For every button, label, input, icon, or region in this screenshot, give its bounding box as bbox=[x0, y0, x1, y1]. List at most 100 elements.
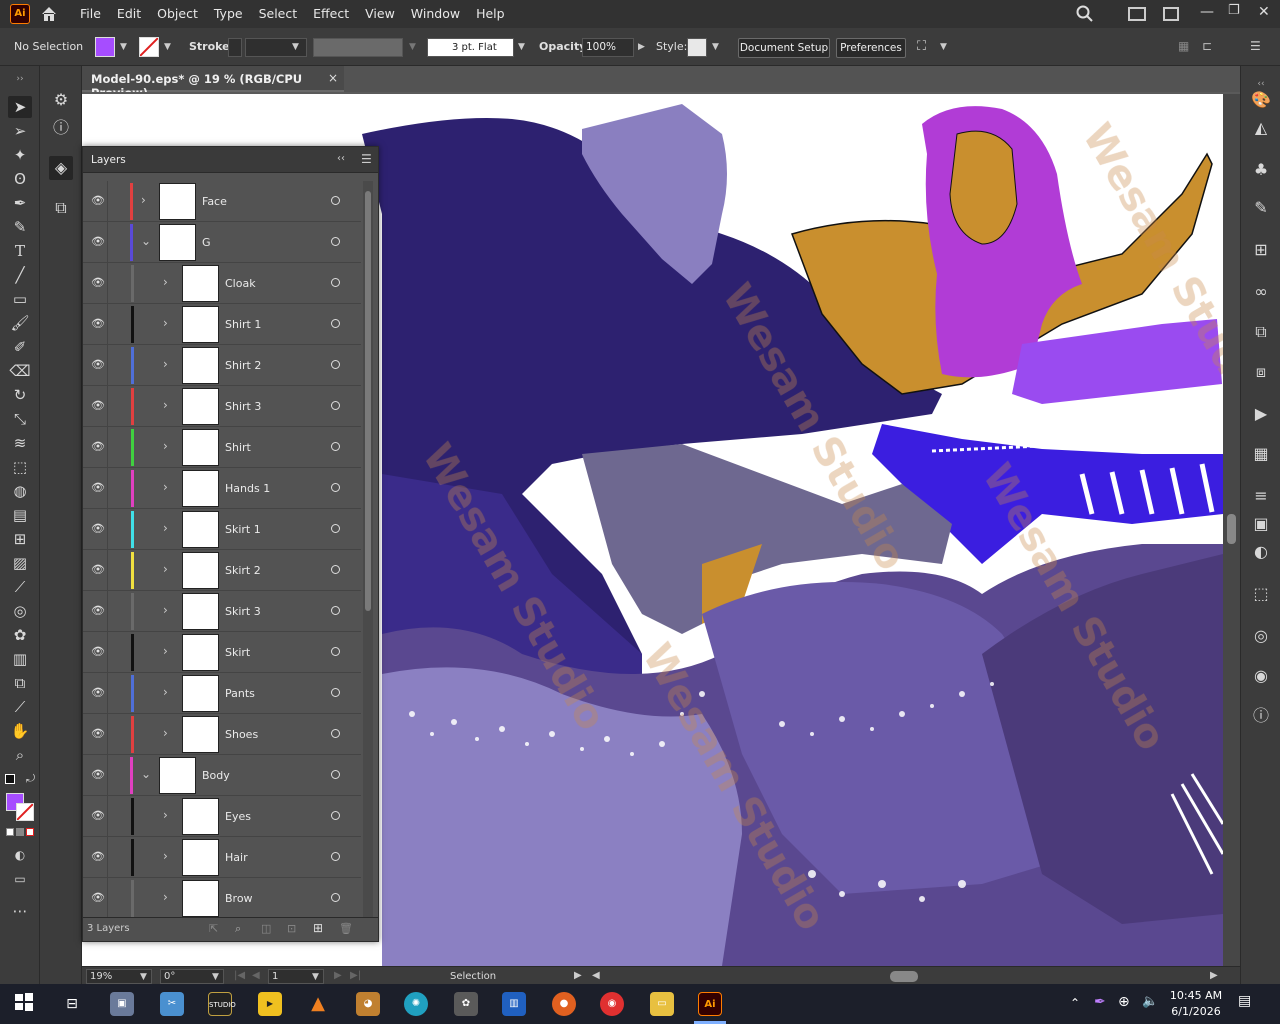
layer-row[interactable]: 👁 › Hands 1 bbox=[83, 468, 361, 509]
chevron-right-icon[interactable]: › bbox=[163, 521, 168, 535]
layer-row[interactable]: 👁 › Skirt 3 bbox=[83, 591, 361, 632]
store-app-icon[interactable]: ▥ bbox=[502, 992, 526, 1016]
chevron-right-icon[interactable]: › bbox=[163, 685, 168, 699]
layer-name[interactable]: Shirt 1 bbox=[225, 318, 261, 331]
layer-row[interactable]: 👁 › Eyes bbox=[83, 796, 361, 837]
transparency-icon[interactable]: ◎ bbox=[1249, 624, 1273, 648]
layer-target-icon[interactable] bbox=[331, 893, 340, 902]
layer-name[interactable]: Skirt 2 bbox=[225, 564, 261, 577]
layer-row[interactable]: 👁 › Hair bbox=[83, 837, 361, 878]
minimize-button[interactable]: — bbox=[1200, 4, 1214, 20]
layer-name[interactable]: Skirt bbox=[225, 646, 250, 659]
visibility-eye-icon[interactable]: 👁 bbox=[91, 810, 105, 822]
layer-target-icon[interactable] bbox=[331, 811, 340, 820]
panel-menu-icon[interactable]: ☰ bbox=[1250, 39, 1261, 53]
firefox-icon[interactable]: ● bbox=[552, 992, 576, 1016]
visibility-eye-icon[interactable]: 👁 bbox=[91, 318, 105, 330]
menu-select[interactable]: Select bbox=[251, 0, 306, 28]
chevron-right-icon[interactable]: › bbox=[163, 275, 168, 289]
layer-name[interactable]: Body bbox=[202, 769, 230, 782]
layer-target-icon[interactable] bbox=[331, 196, 340, 205]
layer-target-icon[interactable] bbox=[331, 647, 340, 656]
document-tab[interactable]: Model-90.eps* @ 19 % (RGB/CPU Preview) × bbox=[82, 66, 344, 100]
shaper-tool-icon[interactable]: ✐ bbox=[8, 336, 32, 358]
maximize-button[interactable]: ❐ bbox=[1228, 3, 1240, 18]
delete-layer-icon[interactable]: 🗑 bbox=[339, 922, 353, 935]
default-colors-icon[interactable] bbox=[5, 774, 15, 784]
warp-tool-icon[interactable]: ≋ bbox=[8, 432, 32, 454]
document-info-icon[interactable]: ⓘ bbox=[1249, 704, 1273, 728]
graphic-styles-icon[interactable]: ⬚ bbox=[1249, 582, 1273, 606]
visibility-eye-icon[interactable]: 👁 bbox=[91, 482, 105, 494]
workspace-icon[interactable] bbox=[1163, 7, 1179, 21]
lock-column[interactable] bbox=[107, 427, 108, 468]
magic-wand-tool-icon[interactable]: ✦ bbox=[8, 144, 32, 166]
network-icon[interactable]: ⊕ bbox=[1118, 994, 1130, 1010]
illustrator-taskbar-icon[interactable]: Ai bbox=[698, 992, 722, 1016]
menu-help[interactable]: Help bbox=[468, 0, 513, 28]
layer-name[interactable]: Shoes bbox=[225, 728, 258, 741]
chevron-right-icon[interactable]: › bbox=[163, 890, 168, 904]
align-icon[interactable]: ▦ bbox=[1178, 39, 1189, 53]
layers-scrollbar-thumb[interactable] bbox=[365, 191, 371, 611]
artboard-dropdown-icon[interactable]: ▼ bbox=[312, 972, 319, 982]
chevron-right-icon[interactable]: › bbox=[163, 726, 168, 740]
draw-mode-icon[interactable]: ◐ bbox=[8, 844, 32, 866]
lasso-tool-icon[interactable]: ʘ bbox=[8, 168, 32, 190]
stroke-weight-dropdown-icon[interactable]: ▼ bbox=[292, 42, 299, 52]
rectangle-tool-icon[interactable]: ▭ bbox=[8, 288, 32, 310]
visibility-eye-icon[interactable]: 👁 bbox=[91, 400, 105, 412]
style-swatch[interactable] bbox=[687, 38, 707, 57]
export-icon[interactable]: ⇱ bbox=[209, 922, 218, 935]
layer-row[interactable]: 👁 › Skirt 2 bbox=[83, 550, 361, 591]
layer-target-icon[interactable] bbox=[331, 483, 340, 492]
align-panel-icon[interactable]: ≡ bbox=[1249, 484, 1273, 508]
actions-icon[interactable]: ▶ bbox=[1249, 402, 1273, 426]
panel-collapse-icon[interactable]: ›› bbox=[8, 68, 32, 90]
menu-effect[interactable]: Effect bbox=[305, 0, 357, 28]
links-icon[interactable]: ∞ bbox=[1249, 280, 1273, 304]
layer-target-icon[interactable] bbox=[331, 729, 340, 738]
style-dropdown-icon[interactable]: ▼ bbox=[712, 42, 719, 52]
chevron-right-icon[interactable]: › bbox=[163, 644, 168, 658]
asset-export-icon[interactable]: ⧈ bbox=[1249, 360, 1273, 384]
rotate-tool-icon[interactable]: ↻ bbox=[8, 384, 32, 406]
layer-name[interactable]: G bbox=[202, 236, 211, 249]
layer-row[interactable]: 👁 › Shirt 3 bbox=[83, 386, 361, 427]
layer-row[interactable]: 👁 › Face bbox=[83, 181, 361, 222]
network-app-icon[interactable]: ✺ bbox=[404, 992, 428, 1016]
next-artboard-icon[interactable]: ▶ bbox=[334, 970, 342, 981]
opacity-arrow-icon[interactable]: ▶ bbox=[638, 42, 645, 52]
select-similar-icon[interactable]: ⛶ bbox=[917, 39, 926, 54]
chevron-right-icon[interactable]: › bbox=[163, 439, 168, 453]
notifications-icon[interactable]: ▤ bbox=[1238, 993, 1251, 1009]
eyedropper-tool-icon[interactable]: ⟋ bbox=[8, 576, 32, 598]
layer-target-icon[interactable] bbox=[331, 278, 340, 287]
swatches-icon[interactable]: ♣ bbox=[1249, 158, 1273, 182]
curvature-tool-icon[interactable]: ✎ bbox=[8, 216, 32, 238]
select-similar-dropdown-icon[interactable]: ▼ bbox=[940, 42, 947, 52]
brush-definition[interactable]: 3 pt. Flat bbox=[427, 38, 514, 57]
scroll-right-icon[interactable]: ▶ bbox=[1210, 970, 1218, 981]
chevron-right-icon[interactable]: › bbox=[163, 849, 168, 863]
lock-column[interactable] bbox=[107, 222, 108, 263]
profile-dropdown-icon[interactable]: ▼ bbox=[409, 42, 416, 52]
visibility-eye-icon[interactable]: 👁 bbox=[91, 605, 105, 617]
make-clipping-mask-icon[interactable]: ◫ bbox=[261, 922, 271, 935]
chevron-right-icon[interactable]: › bbox=[163, 808, 168, 822]
visibility-eye-icon[interactable]: 👁 bbox=[91, 277, 105, 289]
home-icon[interactable] bbox=[40, 5, 58, 23]
layer-name[interactable]: Skirt 3 bbox=[225, 605, 261, 618]
visibility-eye-icon[interactable]: 👁 bbox=[91, 851, 105, 863]
layer-row[interactable]: 👁 › Skirt 1 bbox=[83, 509, 361, 550]
new-sublayer-icon[interactable]: ⊡ bbox=[287, 922, 296, 935]
new-layer-icon[interactable]: ⊞ bbox=[313, 921, 323, 935]
vlc-icon[interactable]: ▲ bbox=[306, 992, 330, 1016]
lock-column[interactable] bbox=[107, 796, 108, 837]
chevron-down-icon[interactable]: ⌄ bbox=[141, 767, 151, 781]
layer-name[interactable]: Skirt 1 bbox=[225, 523, 261, 536]
layer-name[interactable]: Face bbox=[202, 195, 227, 208]
artboards-icon[interactable]: ⧉ bbox=[49, 196, 73, 220]
brush-dropdown-icon[interactable]: ▼ bbox=[518, 42, 525, 52]
color-guide-icon[interactable]: ◭ bbox=[1249, 116, 1273, 140]
